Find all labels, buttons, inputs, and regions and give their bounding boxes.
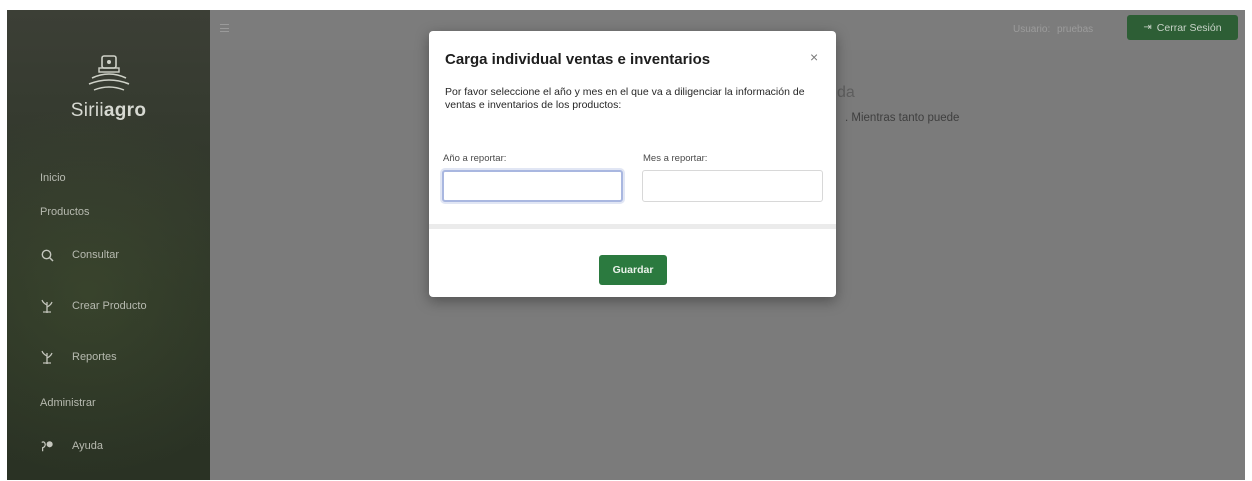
year-field[interactable] bbox=[442, 170, 623, 202]
background-page-title: da bbox=[837, 84, 855, 101]
user-info: Usuario: pruebas bbox=[1013, 24, 1093, 35]
user-name: pruebas bbox=[1057, 24, 1094, 35]
logout-label: Cerrar Sesión bbox=[1156, 21, 1222, 34]
sidebar-item-crear-producto[interactable]: Crear Producto bbox=[40, 298, 147, 314]
app-window: Usuario: pruebas ⇥ Cerrar Sesión Siriiag… bbox=[7, 10, 1245, 480]
menu-toggle-icon[interactable] bbox=[220, 24, 229, 32]
user-label: Usuario: bbox=[1013, 24, 1051, 35]
sidebar-item-ayuda[interactable]: Ayuda bbox=[40, 438, 103, 454]
close-icon[interactable]: × bbox=[810, 49, 818, 65]
sidebar-section-productos: Productos bbox=[40, 206, 90, 218]
sidebar-item-inicio[interactable]: Inicio bbox=[40, 172, 66, 184]
brand-logo: Siriiagro bbox=[7, 54, 210, 122]
sidebar-item-label: Administrar bbox=[40, 397, 96, 409]
brand-name: Siriiagro bbox=[70, 100, 147, 121]
modal-divider bbox=[429, 224, 836, 229]
sidebar-item-label: Productos bbox=[40, 206, 90, 218]
sidebar-item-label: Inicio bbox=[40, 172, 66, 184]
month-field[interactable] bbox=[642, 170, 823, 202]
help-icon bbox=[40, 438, 54, 454]
save-button[interactable]: Guardar bbox=[599, 255, 667, 285]
sidebar-item-label: Reportes bbox=[72, 351, 117, 363]
modal-title: Carga individual ventas e inventarios bbox=[445, 51, 711, 68]
month-label: Mes a reportar: bbox=[643, 153, 708, 164]
logo-icon bbox=[88, 55, 129, 91]
sign-out-icon: ⇥ bbox=[1143, 22, 1152, 33]
year-label: Año a reportar: bbox=[443, 153, 507, 164]
sidebar-section-administrar: Administrar bbox=[40, 397, 96, 409]
sidebar-item-label: Ayuda bbox=[72, 440, 103, 452]
sidebar-item-reportes[interactable]: Reportes bbox=[40, 349, 117, 365]
sidebar-item-label: Consultar bbox=[72, 249, 120, 261]
sidebar: Siriiagro Inicio Productos Consultar Cre… bbox=[7, 10, 210, 480]
plant-icon bbox=[40, 349, 54, 365]
logout-button[interactable]: ⇥ Cerrar Sesión bbox=[1127, 15, 1238, 40]
background-page-text: . Mientras tanto puede bbox=[845, 112, 960, 124]
sidebar-item-label: Crear Producto bbox=[72, 300, 147, 312]
modal-description: Por favor seleccione el año y mes en el … bbox=[445, 86, 805, 111]
search-icon bbox=[40, 247, 54, 263]
sidebar-item-consultar[interactable]: Consultar bbox=[40, 247, 119, 263]
upload-modal: Carga individual ventas e inventarios × … bbox=[429, 31, 836, 297]
plant-icon bbox=[40, 298, 54, 314]
